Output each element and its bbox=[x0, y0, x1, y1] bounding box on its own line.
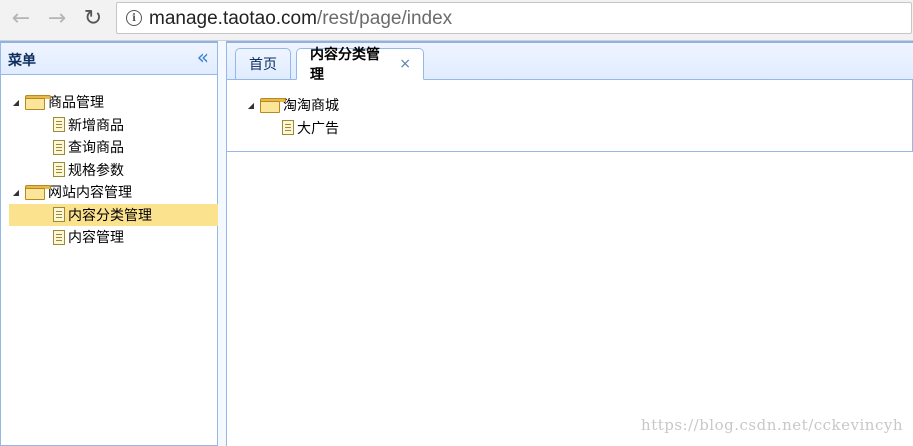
tree-node-label: 淘淘商城 bbox=[283, 98, 339, 115]
layout-splitter[interactable] bbox=[218, 41, 226, 446]
tree-node-label: 内容分类管理 bbox=[68, 207, 152, 224]
tab-strip: 首页 内容分类管理 × bbox=[227, 41, 913, 83]
close-icon[interactable]: × bbox=[399, 56, 411, 72]
folder-open-icon bbox=[25, 185, 51, 201]
tree-node-add-product[interactable]: 新增商品 bbox=[9, 114, 219, 137]
tree-node-spec-params[interactable]: 规格参数 bbox=[9, 159, 219, 182]
tree-node-label: 商品管理 bbox=[48, 95, 104, 112]
reload-icon[interactable]: ↻ bbox=[80, 6, 106, 32]
tab-home[interactable]: 首页 bbox=[235, 48, 291, 80]
tree-node-product-management[interactable]: ◢ 商品管理 bbox=[9, 91, 219, 114]
main-panel: 首页 内容分类管理 × ◢ 淘淘商城 大广告 bbox=[226, 41, 913, 446]
arrow-right-icon[interactable]: → bbox=[44, 6, 70, 32]
file-icon bbox=[53, 117, 65, 133]
url-path: /rest/page/index bbox=[316, 8, 453, 29]
url-host: manage.taotao.com bbox=[149, 8, 317, 29]
tree-node-query-product[interactable]: 查询商品 bbox=[9, 136, 219, 159]
tree-node-content-management[interactable]: 内容管理 bbox=[9, 226, 219, 249]
address-bar[interactable]: i manage.taotao.com/rest/page/index bbox=[116, 2, 912, 34]
tree-node-label: 查询商品 bbox=[68, 140, 124, 157]
file-icon bbox=[53, 229, 65, 245]
content-category-panel: ◢ 淘淘商城 大广告 bbox=[227, 80, 913, 152]
tab-label: 首页 bbox=[249, 57, 277, 73]
expanded-toggle-icon[interactable]: ◢ bbox=[244, 101, 258, 110]
tree-node-content-category[interactable]: 内容分类管理 bbox=[9, 203, 219, 226]
menu-tree: ◢ 商品管理 新增商品 查询商品 规格参数 ◢ 网站内容管理 内容分类管理 内容… bbox=[9, 91, 219, 249]
menu-title: 菜单 bbox=[8, 53, 36, 69]
url-text[interactable]: manage.taotao.com/rest/page/index bbox=[149, 8, 452, 30]
tree-node-big-ad[interactable]: 大广告 bbox=[244, 117, 339, 140]
folder-open-icon bbox=[25, 95, 51, 111]
folder-open-icon bbox=[260, 98, 286, 114]
browser-toolbar: ← → ↻ i manage.taotao.com/rest/page/inde… bbox=[0, 0, 913, 41]
expanded-toggle-icon[interactable]: ◢ bbox=[9, 188, 23, 197]
tree-node-taotao-mall[interactable]: ◢ 淘淘商城 bbox=[244, 94, 339, 117]
file-icon bbox=[53, 139, 65, 155]
tree-node-label: 网站内容管理 bbox=[48, 185, 132, 202]
info-icon[interactable]: i bbox=[126, 10, 142, 26]
tree-node-label: 规格参数 bbox=[68, 162, 124, 179]
file-icon bbox=[53, 162, 65, 178]
tree-node-label: 大广告 bbox=[297, 120, 339, 137]
double-chevron-left-icon[interactable]: « bbox=[197, 47, 209, 67]
arrow-left-icon[interactable]: ← bbox=[8, 6, 34, 32]
menu-panel: 菜单 « ◢ 商品管理 新增商品 查询商品 规格参数 ◢ 网站内容管理 内容分类… bbox=[0, 41, 219, 446]
tree-node-label: 新增商品 bbox=[68, 117, 124, 134]
menu-panel-header: 菜单 « bbox=[1, 43, 217, 75]
tree-node-site-content-management[interactable]: ◢ 网站内容管理 bbox=[9, 181, 219, 204]
expanded-toggle-icon[interactable]: ◢ bbox=[9, 98, 23, 107]
content-category-tree: ◢ 淘淘商城 大广告 bbox=[244, 94, 339, 139]
tree-node-label: 内容管理 bbox=[68, 230, 124, 247]
tab-content-category[interactable]: 内容分类管理 × bbox=[296, 47, 424, 83]
tab-label: 内容分类管理 bbox=[310, 47, 380, 83]
file-icon bbox=[282, 120, 294, 136]
file-icon bbox=[53, 207, 65, 223]
watermark: https://blog.csdn.net/cckevincyh bbox=[641, 416, 903, 434]
